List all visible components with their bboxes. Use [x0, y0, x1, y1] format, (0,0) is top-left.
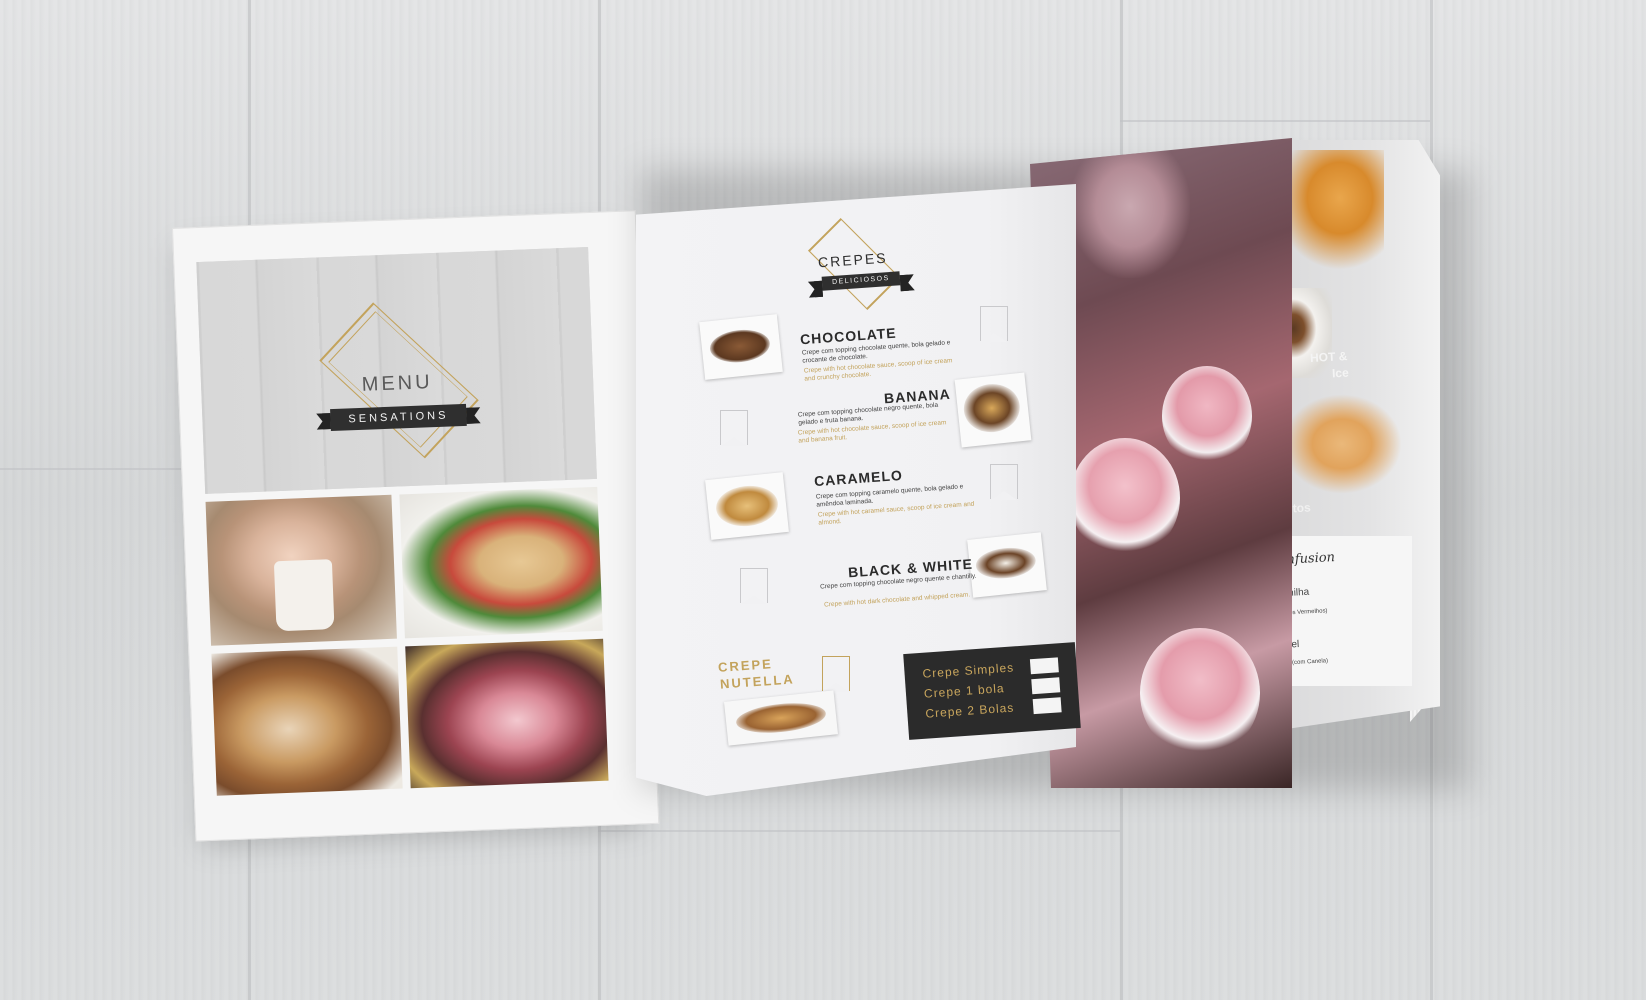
banana-crepe-photo: [954, 372, 1032, 448]
plank-joint: [1120, 120, 1430, 122]
price-tag-icon: [990, 464, 1018, 500]
biscuits-photo: [1282, 394, 1402, 494]
gold-price-tag-icon: [822, 656, 850, 692]
hot-and-ice-label-line1: HOT &: [1309, 349, 1348, 365]
price-crepe-1-bola: Crepe 1 bola: [923, 681, 1006, 701]
mug-shape: [1070, 148, 1190, 278]
price-crepe-simples: Crepe Simples: [922, 660, 1015, 681]
photo-woman-with-cup: [205, 494, 397, 646]
price-tag-icon: [980, 306, 1008, 342]
ice-cream-cup-1: [1162, 366, 1252, 466]
menu-cover: MENU SENSATIONS: [172, 210, 660, 842]
caramelo-crepe-photo: [705, 472, 789, 540]
chocolate-crepe-photo: [699, 314, 783, 380]
photo-waffle-ice-cream: [211, 646, 403, 796]
cup-shape: [273, 559, 335, 632]
cover-wood-panel: MENU SENSATIONS: [196, 247, 597, 494]
price-slot: [1029, 657, 1059, 675]
hot-and-ice-label-line2: Ice: [1331, 365, 1350, 381]
price-tag-icon: [740, 568, 768, 604]
price-slot: [1031, 677, 1061, 695]
photo-savory-crepe: [399, 486, 603, 639]
cover-content: MENU SENSATIONS: [196, 247, 609, 796]
price-crepe-2-bolas: Crepe 2 Bolas: [924, 700, 1015, 721]
plank-joint: [598, 830, 1120, 832]
ice-cream-cup-2: [1070, 438, 1180, 558]
price-tag-icon: [720, 410, 748, 446]
price-list-box: Crepe Simples Crepe 1 bola Crepe 2 Bolas: [903, 642, 1081, 740]
black-white-crepe-photo: [967, 532, 1047, 598]
price-slot: [1032, 697, 1062, 715]
photo-strawberry-ice-cream: [405, 638, 609, 789]
ice-cream-cup-3: [1140, 628, 1260, 758]
